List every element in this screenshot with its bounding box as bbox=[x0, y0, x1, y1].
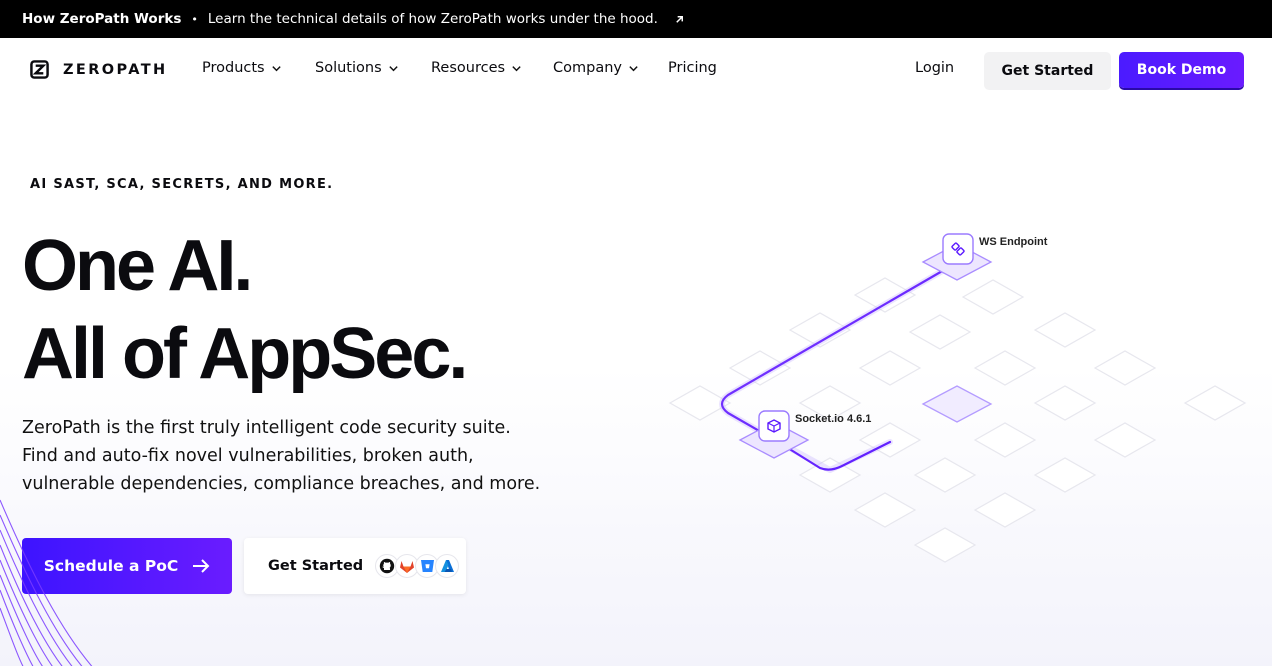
chevron-down-icon bbox=[271, 65, 281, 71]
headline-line-1: One AI. bbox=[22, 226, 253, 306]
arrow-right-icon bbox=[193, 559, 210, 573]
decorative-wave-lines bbox=[0, 499, 93, 666]
announcement-bar[interactable]: How ZeroPath Works • Learn the technical… bbox=[0, 0, 1272, 38]
highlighted-tile bbox=[921, 385, 993, 423]
announcement-title[interactable]: How ZeroPath Works bbox=[22, 11, 181, 27]
hero-lead: ZeroPath is the first truly intelligent … bbox=[22, 418, 541, 494]
arrow-up-right-icon bbox=[676, 15, 683, 23]
provider-icons bbox=[375, 554, 460, 578]
chevron-down-icon bbox=[629, 65, 638, 71]
nav-resources[interactable]: Resources bbox=[431, 60, 553, 76]
socketio-label: Socket.io 4.6.1 bbox=[795, 413, 871, 425]
zeropath-logo-icon bbox=[30, 60, 49, 79]
nav-menu: Products Solutions Resources Company Pri… bbox=[202, 60, 717, 76]
nav-resources-label: Resources bbox=[431, 60, 506, 76]
nav-solutions-label: Solutions bbox=[315, 60, 382, 76]
logo[interactable]: ZEROPATH bbox=[30, 60, 168, 79]
get-started-button[interactable]: Get Started bbox=[984, 52, 1111, 90]
nav-company-label: Company bbox=[553, 60, 622, 76]
logo-text: ZEROPATH bbox=[63, 61, 168, 78]
headline-line-2: All of AppSec. bbox=[22, 314, 468, 394]
chevron-down-icon bbox=[512, 65, 521, 71]
announcement-text[interactable]: Learn the technical details of how ZeroP… bbox=[208, 11, 658, 27]
hero-get-started-button[interactable]: Get Started bbox=[244, 538, 466, 594]
isometric-graph-illustration: WS Endpoint Socket.io 4.6.1 bbox=[668, 233, 1247, 563]
login-link[interactable]: Login bbox=[915, 60, 954, 76]
nav-company[interactable]: Company bbox=[553, 60, 668, 76]
book-demo-button[interactable]: Book Demo bbox=[1119, 52, 1244, 88]
hero-get-started-label: Get Started bbox=[268, 558, 364, 574]
nav-solutions[interactable]: Solutions bbox=[315, 60, 431, 76]
nav-products[interactable]: Products bbox=[202, 60, 315, 76]
nav-products-label: Products bbox=[202, 60, 265, 76]
nav-pricing[interactable]: Pricing bbox=[668, 60, 717, 76]
azure-icon bbox=[435, 554, 460, 578]
nav-pricing-label: Pricing bbox=[668, 60, 717, 76]
hero-eyebrow: AI SAST, SCA, SECRETS, AND MORE. bbox=[30, 177, 334, 192]
main-nav: ZEROPATH Products Solutions Resources Co… bbox=[0, 38, 1272, 102]
announcement-separator: • bbox=[191, 12, 198, 26]
hero-headline: One AI. All of AppSec. bbox=[22, 222, 468, 398]
chevron-down-icon bbox=[388, 65, 398, 71]
ws-endpoint-label: WS Endpoint bbox=[979, 236, 1048, 248]
